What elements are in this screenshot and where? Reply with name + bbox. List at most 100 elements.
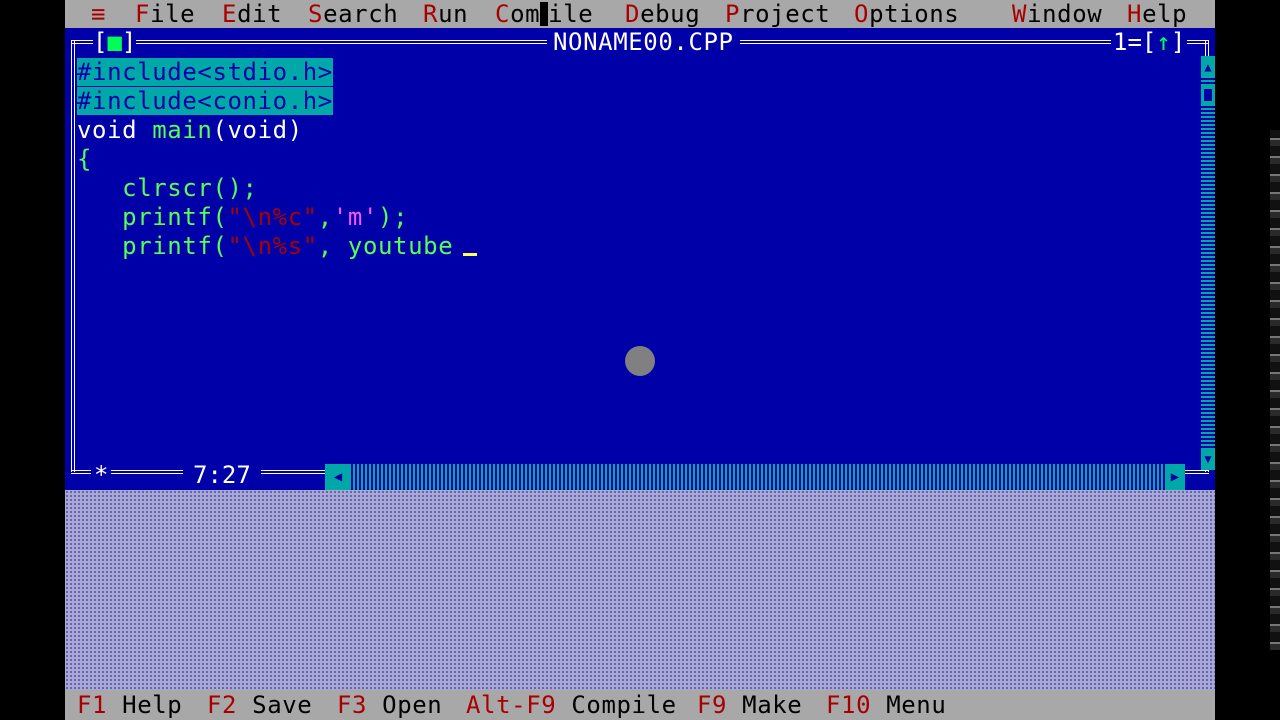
help-key-f10[interactable]: F10 Menu (826, 690, 946, 720)
menu-debug[interactable]: Debug (625, 0, 700, 28)
mouse-pointer-icon (625, 346, 655, 376)
video-edge-artifact (1270, 130, 1280, 650)
key-f2-label: Save (237, 691, 313, 719)
menu-help-label: elp (1142, 0, 1188, 28)
window-close-button[interactable]: [■] (93, 28, 137, 56)
menu-file[interactable]: File (135, 0, 195, 28)
menu-compile-hotkey: C (495, 0, 511, 28)
code-main-params: (void) (212, 116, 303, 144)
menu-help[interactable]: Help (1127, 0, 1187, 28)
code-clrscr-call: clrscr(); (77, 174, 258, 202)
text-cursor (463, 253, 478, 256)
menu-compile[interactable]: Com ile (495, 0, 593, 28)
key-f10: F10 (826, 691, 872, 719)
horizontal-scrollbar[interactable]: ◀ ▶ (325, 464, 1185, 490)
vertical-scroll-thumb[interactable] (1201, 86, 1215, 104)
menu-window-hotkey: W (1012, 0, 1028, 28)
menu-edit-hotkey: E (222, 0, 238, 28)
close-bracket-right: ] (121, 28, 137, 56)
menu-project-label: roject (740, 0, 831, 28)
key-f1: F1 (77, 691, 108, 719)
key-f9-label: Make (727, 691, 803, 719)
code-line-6: printf("\n%c",'m'); (77, 203, 477, 232)
window-number-zoom[interactable]: 1=[↑] (1111, 28, 1188, 56)
menu-file-hotkey: F (135, 0, 151, 28)
menu-edit[interactable]: Edit (222, 0, 282, 28)
menu-project[interactable]: Project (725, 0, 830, 28)
key-f9: F9 (697, 691, 728, 719)
key-f10-label: Menu (871, 691, 947, 719)
code-editor[interactable]: #include<stdio.h> #include<conio.h> void… (77, 58, 478, 261)
help-key-f1[interactable]: F1 Help (77, 690, 182, 720)
code-func-main: main (152, 116, 213, 144)
code-include-stdio: #include<stdio.h> (77, 58, 333, 86)
scroll-right-arrow-icon[interactable]: ▶ (1165, 464, 1185, 490)
menu-options-label: ptions (869, 0, 960, 28)
window-title: NONAME00.CPP (547, 28, 740, 56)
help-key-alt-f9[interactable]: Alt-F9 Compile (466, 690, 677, 720)
key-f3: F3 (337, 691, 368, 719)
code-call-end: ); (378, 203, 409, 231)
zoom-bracket-right: ] (1170, 28, 1186, 56)
mouse-cursor-block (540, 2, 549, 26)
code-format-string-1: "\n%c" (227, 203, 318, 231)
menu-search[interactable]: Search (308, 0, 398, 28)
code-char-literal: 'm' (332, 203, 379, 231)
code-line-4: { (77, 145, 477, 174)
zoom-arrow-icon: ↑ (1156, 28, 1171, 56)
code-include-conio: #include<conio.h> (77, 87, 333, 115)
key-f3-label: Open (367, 691, 443, 719)
code-keyword-void: void (77, 116, 153, 144)
key-f1-label: Help (107, 691, 183, 719)
code-comma: , (317, 203, 333, 231)
code-format-string-2: "\n%s" (227, 232, 318, 260)
menu-window-label: indow (1027, 0, 1103, 28)
code-line-1: #include<stdio.h> (77, 58, 477, 87)
menu-debug-hotkey: D (625, 0, 641, 28)
menu-options[interactable]: Options (854, 0, 959, 28)
key-alt-f9-label: Compile (556, 691, 677, 719)
window-status-line: * 7:27 ◀ ▶ (65, 460, 1215, 490)
menu-compile-label-a: om (510, 0, 541, 28)
close-bracket-left: [ (93, 28, 108, 56)
code-line-2: #include<conio.h> (77, 87, 477, 116)
key-f2: F2 (207, 691, 238, 719)
scroll-left-arrow-icon[interactable]: ◀ (325, 464, 351, 490)
code-arg-youtube: , youtube (317, 232, 454, 260)
help-key-f3[interactable]: F3 Open (337, 690, 442, 720)
system-menu-icon[interactable]: ≡ (91, 0, 106, 28)
help-key-f9[interactable]: F9 Make (697, 690, 802, 720)
window-frame-left (71, 40, 75, 472)
window-number: 1=[ (1113, 28, 1157, 56)
vertical-scrollbar[interactable]: ▲ ▼ (1201, 56, 1215, 470)
code-printf-call-1: printf( (77, 203, 228, 231)
code-printf-call-2: printf( (77, 232, 228, 260)
menu-window[interactable]: Window (1012, 0, 1102, 28)
menu-edit-label: dit (237, 0, 283, 28)
code-open-brace: { (77, 145, 93, 173)
menu-run[interactable]: Run (423, 0, 468, 28)
menu-compile-label-b: ile (548, 0, 594, 28)
menu-search-hotkey: S (308, 0, 324, 28)
menu-bar: ≡ File Edit Search Run Com ile Debug Proj… (65, 0, 1215, 28)
menu-help-hotkey: H (1127, 0, 1143, 28)
code-line-7: printf("\n%s", youtube (77, 232, 478, 261)
close-icon: ■ (107, 28, 122, 56)
menu-debug-label: ebug (640, 0, 701, 28)
help-key-bar: F1 Help F2 Save F3 Open Alt-F9 Compile F… (65, 690, 1215, 720)
menu-options-hotkey: O (854, 0, 870, 28)
scroll-up-arrow-icon[interactable]: ▲ (1201, 56, 1215, 78)
help-key-f2[interactable]: F2 Save (207, 690, 312, 720)
modified-indicator-icon: * (91, 460, 112, 490)
menu-run-hotkey: R (423, 0, 439, 28)
code-line-3: void main(void) (77, 116, 477, 145)
cursor-position: 7:27 (183, 460, 261, 490)
editor-window: [■] NONAME00.CPP 1=[↑] #include<stdio.h>… (65, 28, 1215, 490)
key-alt-f9: Alt-F9 (466, 691, 557, 719)
code-line-5: clrscr(); (77, 174, 477, 203)
menu-search-label: earch (323, 0, 399, 28)
menu-file-label: ile (150, 0, 196, 28)
menu-run-label: un (438, 0, 469, 28)
menu-project-hotkey: P (725, 0, 741, 28)
ide-desktop-background (65, 490, 1215, 690)
